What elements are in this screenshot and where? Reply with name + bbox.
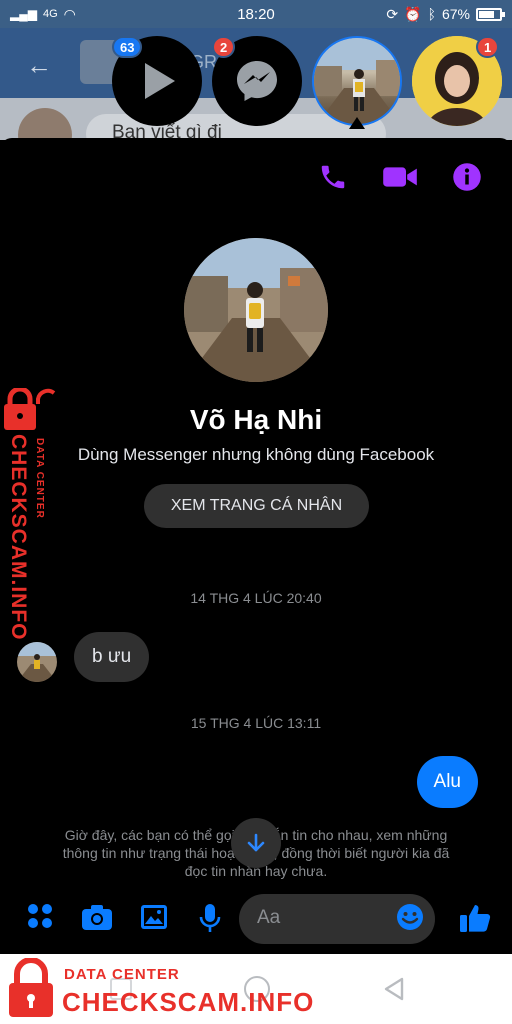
active-contact-chathead[interactable]	[312, 36, 402, 126]
back-button[interactable]	[382, 976, 406, 1002]
lock-logo-icon	[9, 958, 53, 1017]
messenger-icon	[237, 61, 277, 101]
incoming-message-bubble[interactable]: b ưu	[74, 632, 150, 682]
signal-label: 4G	[42, 8, 58, 20]
contact-photo	[314, 38, 400, 124]
signal-icon: ▂▄▆	[10, 7, 37, 21]
girl-chathead-badge: 1	[476, 36, 500, 58]
outgoing-message-bubble[interactable]: Alu	[416, 756, 478, 808]
arrow-down-icon	[247, 833, 265, 852]
scroll-to-bottom-button[interactable]	[231, 818, 281, 868]
message-composer: Aa	[0, 890, 512, 950]
status-left: ▂▄▆ 4G ◠	[10, 6, 160, 23]
battery-label: 67%	[441, 6, 470, 22]
alarm-icon: ⏰	[404, 5, 422, 22]
watermark-brand: CHECKSCAM.INFO	[7, 434, 30, 641]
camera-icon[interactable]	[80, 902, 114, 932]
status-right: ⟳ ⏰ ᛒ 67%	[352, 5, 505, 23]
view-profile-button[interactable]: XEM TRANG CÁ NHÂN	[144, 484, 369, 528]
side-watermark: CHECKSCAM.INFO DATA CENTER	[2, 388, 60, 641]
sender-avatar[interactable]	[17, 642, 57, 682]
profile-photo[interactable]	[184, 238, 328, 382]
wifi-icon: ◠	[63, 5, 76, 22]
status-bar: ▂▄▆ 4G ◠ 18:20 ⟳ ⏰ ᛒ 67%	[0, 0, 512, 28]
profile-photo-image	[184, 238, 328, 382]
watermark-subtitle: DATA CENTER	[64, 966, 180, 983]
message-timestamp: 14 THG 4 LÚC 20:40	[190, 590, 322, 606]
lock-logo-icon	[4, 388, 56, 430]
gallery-icon[interactable]	[139, 902, 169, 932]
chat-panel: Võ Hạ Nhi Dùng Messenger nhưng không dùn…	[0, 138, 512, 954]
voice-call-icon[interactable]	[318, 162, 348, 192]
apps-icon[interactable]	[26, 902, 54, 930]
status-time: 18:20	[237, 5, 275, 23]
play-icon	[145, 63, 175, 99]
microphone-icon[interactable]	[197, 902, 223, 934]
bottom-watermark: DATA CENTER CHECKSCAM.INFO	[0, 954, 320, 1024]
bluetooth-icon: ᛒ	[427, 6, 436, 22]
chathead-pointer	[349, 117, 365, 129]
video-call-icon[interactable]	[382, 162, 418, 192]
emoji-icon[interactable]	[395, 902, 425, 932]
rotation-lock-icon: ⟳	[386, 5, 399, 22]
contact-subtitle: Dùng Messenger nhưng không dùng Facebook	[77, 445, 435, 464]
sender-avatar-image	[17, 642, 57, 682]
like-icon[interactable]	[458, 902, 492, 934]
contact-name: Võ Hạ Nhi	[189, 404, 323, 435]
watermark-brand: CHECKSCAM.INFO	[62, 987, 315, 1017]
message-timestamp: 15 THG 4 LÚC 13:11	[190, 715, 322, 731]
back-arrow-icon: ←	[26, 50, 52, 80]
video-chathead-badge: 63	[112, 36, 143, 58]
battery-icon	[476, 7, 505, 21]
conversation-actions	[318, 162, 482, 192]
info-icon[interactable]	[452, 162, 482, 192]
watermark-subtitle: DATA CENTER	[34, 438, 45, 519]
messenger-chathead-badge: 2	[212, 36, 236, 58]
